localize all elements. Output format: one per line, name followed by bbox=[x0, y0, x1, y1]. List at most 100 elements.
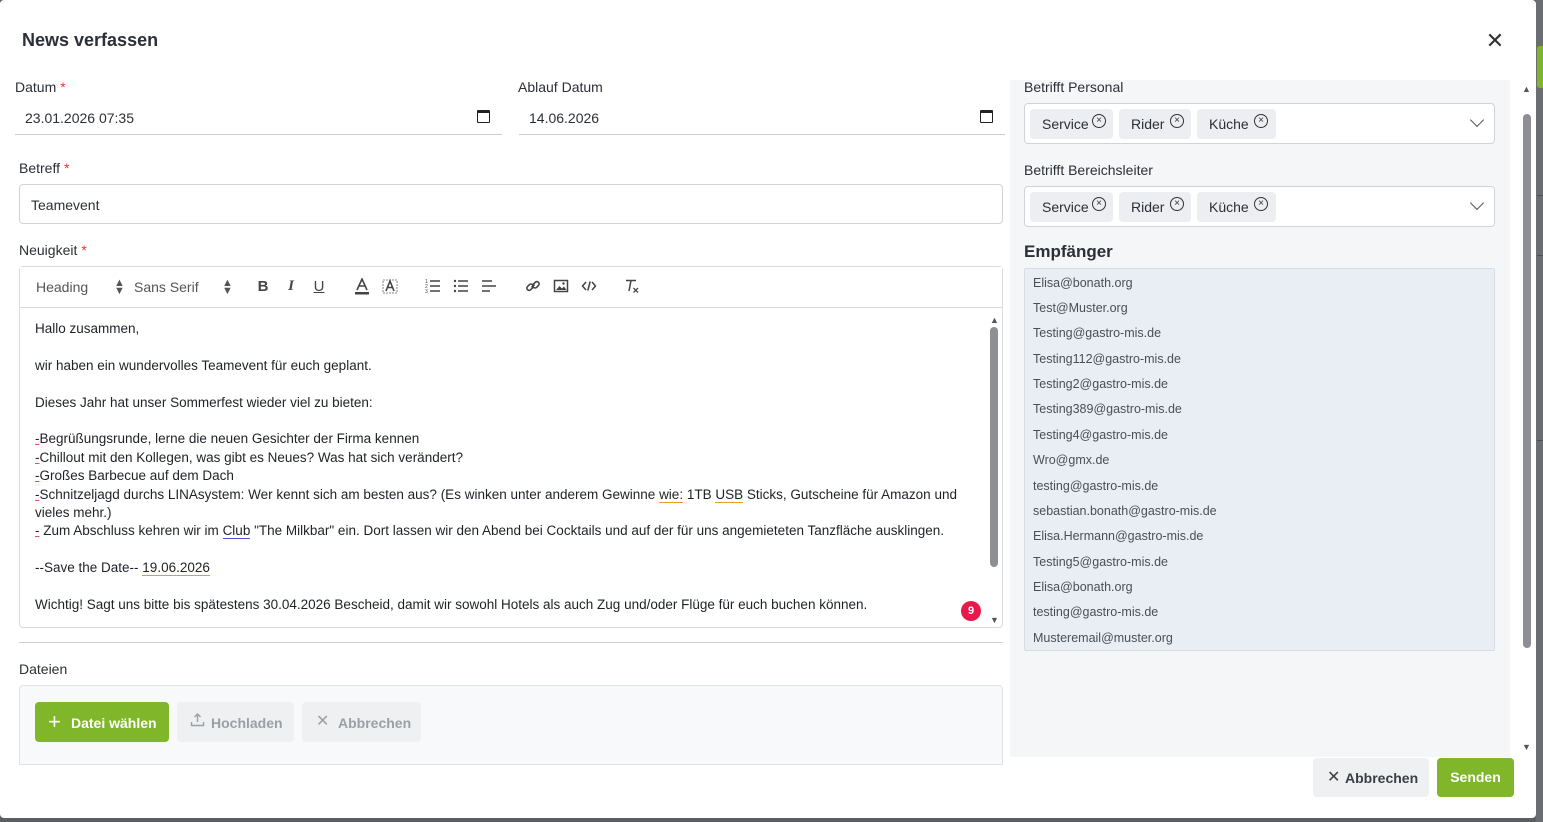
upload-button[interactable]: Hochladen bbox=[177, 702, 294, 742]
neuigkeit-label: Neuigkeit * bbox=[19, 242, 87, 258]
heading-select[interactable]: Heading ▲ ▼ bbox=[36, 278, 125, 297]
bold-button[interactable]: B bbox=[253, 278, 273, 295]
editor-bullet: -Schnitzeljagd durchs LINAsystem: Wer ke… bbox=[35, 486, 957, 521]
remove-chip-icon[interactable]: × bbox=[1254, 197, 1268, 211]
list-item: testing@gastro-mis.de bbox=[1033, 605, 1159, 619]
required-mark: * bbox=[64, 160, 70, 176]
editor-toolbar: Heading ▲ ▼ Sans Serif ▲ ▼ B I U 123 bbox=[20, 267, 1002, 308]
ablauf-value: 14.06.2026 bbox=[529, 110, 600, 126]
align-icon[interactable] bbox=[479, 278, 499, 298]
section-divider bbox=[19, 642, 1003, 643]
chip-kueche[interactable]: Küche × bbox=[1197, 192, 1276, 222]
scroll-down-icon[interactable]: ▼ bbox=[990, 615, 999, 625]
editor-greeting: Hallo zusammen, bbox=[35, 321, 140, 336]
list-item: sebastian.bonath@gastro-mis.de bbox=[1033, 504, 1217, 518]
editor-scroll-thumb[interactable] bbox=[990, 327, 998, 567]
editor-line: Dieses Jahr hat unser Sommerfest wieder … bbox=[35, 394, 373, 410]
personal-multiselect[interactable]: Service × Rider × Küche × bbox=[1024, 103, 1495, 144]
scroll-up-icon[interactable]: ▲ bbox=[990, 315, 999, 325]
scroll-down-icon[interactable]: ▼ bbox=[1522, 742, 1531, 752]
calendar-icon[interactable] bbox=[477, 110, 490, 123]
list-item: Test@Muster.org bbox=[1033, 301, 1128, 315]
rich-text-editor[interactable]: Heading ▲ ▼ Sans Serif ▲ ▼ B I U 123 Hal… bbox=[19, 266, 1003, 628]
underline-button[interactable]: U bbox=[309, 278, 329, 295]
editor-bullet: -Begrüßungsrunde, lerne die neuen Gesich… bbox=[35, 431, 420, 447]
code-icon[interactable] bbox=[579, 278, 599, 298]
background-green-tab bbox=[1537, 46, 1543, 88]
send-button[interactable]: Senden bbox=[1437, 758, 1514, 797]
background-divider bbox=[1537, 440, 1543, 441]
list-item: Testing112@gastro-mis.de bbox=[1033, 352, 1181, 366]
editor-scrollbar[interactable]: ▲ ▼ bbox=[990, 315, 999, 625]
personal-label: Betrifft Personal bbox=[1024, 79, 1124, 95]
remove-chip-icon[interactable]: × bbox=[1092, 197, 1106, 211]
list-item: Testing2@gastro-mis.de bbox=[1033, 377, 1168, 391]
betreff-label: Betreff * bbox=[19, 160, 70, 176]
remove-chip-icon[interactable]: × bbox=[1170, 114, 1184, 128]
chip-kueche[interactable]: Küche × bbox=[1197, 109, 1276, 139]
list-item: Elisa@bonath.org bbox=[1033, 580, 1133, 594]
list-item: Elisa@bonath.org bbox=[1033, 276, 1133, 290]
datum-value: 23.01.2026 07:35 bbox=[25, 110, 134, 126]
calendar-icon[interactable] bbox=[980, 110, 993, 123]
plus-icon: + bbox=[48, 709, 61, 734]
editor-bullet: -Großes Barbecue auf dem Dach bbox=[35, 468, 234, 484]
choose-file-button[interactable]: + Datei wählen bbox=[35, 702, 169, 742]
font-select[interactable]: Sans Serif ▲ ▼ bbox=[134, 278, 233, 297]
required-mark: * bbox=[81, 242, 87, 258]
required-mark: * bbox=[60, 79, 66, 95]
close-icon[interactable]: ✕ bbox=[1483, 29, 1507, 53]
clear-format-icon[interactable] bbox=[622, 278, 642, 298]
editor-bullet: - Zum Abschluss kehren wir im Club "The … bbox=[35, 523, 945, 540]
remove-chip-icon[interactable]: × bbox=[1170, 197, 1184, 211]
editor-closing: Wichtig! Sagt uns bitte bis spätestens 3… bbox=[35, 597, 868, 613]
dateien-label: Dateien bbox=[19, 661, 68, 677]
background-color-icon[interactable] bbox=[380, 278, 400, 300]
text-color-icon[interactable] bbox=[352, 277, 372, 300]
list-item: Testing4@gastro-mis.de bbox=[1033, 428, 1168, 442]
updown-icon: ▲ ▼ bbox=[222, 277, 233, 297]
close-icon: ✕ bbox=[1327, 769, 1341, 786]
svg-text:3: 3 bbox=[425, 289, 428, 294]
chevron-down-icon[interactable] bbox=[1469, 112, 1485, 128]
empfaenger-title: Empfänger bbox=[1024, 242, 1113, 261]
close-icon: ✕ bbox=[316, 713, 330, 730]
ablauf-input[interactable]: 14.06.2026 bbox=[519, 101, 1005, 135]
chevron-down-icon[interactable] bbox=[1469, 195, 1485, 211]
editor-save-date: --Save the Date-- 19.06.2026 bbox=[35, 560, 210, 577]
background-divider bbox=[1537, 255, 1543, 256]
list-item: Elisa.Hermann@gastro-mis.de bbox=[1033, 529, 1204, 543]
italic-button[interactable]: I bbox=[281, 278, 301, 295]
editor-content[interactable]: Hallo zusammen, wir haben ein wundervoll… bbox=[35, 320, 975, 614]
datum-input[interactable]: 23.01.2026 07:35 bbox=[15, 101, 502, 135]
editor-bullet: -Chillout mit den Kollegen, was gibt es … bbox=[35, 449, 463, 465]
list-item: Testing389@gastro-mis.de bbox=[1033, 402, 1182, 416]
scroll-up-icon[interactable]: ▲ bbox=[1522, 84, 1531, 94]
dialog-scroll-thumb[interactable] bbox=[1523, 114, 1531, 648]
updown-icon: ▲ ▼ bbox=[114, 277, 125, 297]
bullet-list-icon[interactable] bbox=[451, 278, 471, 298]
chip-service[interactable]: Service × bbox=[1030, 192, 1113, 222]
ordered-list-icon[interactable]: 123 bbox=[423, 278, 443, 298]
bereichsleiter-multiselect[interactable]: Service × Rider × Küche × bbox=[1024, 186, 1495, 227]
betreff-value: Teamevent bbox=[31, 197, 100, 213]
chip-service[interactable]: Service × bbox=[1030, 109, 1113, 139]
editor-line: wir haben ein wundervolles Teamevent für… bbox=[35, 357, 372, 373]
background-divider bbox=[1537, 195, 1543, 196]
remove-chip-icon[interactable]: × bbox=[1254, 114, 1268, 128]
list-item: Testing@gastro-mis.de bbox=[1033, 326, 1162, 340]
dialog-title: News verfassen bbox=[22, 30, 159, 50]
ablauf-label: Ablauf Datum bbox=[518, 79, 603, 95]
list-item: Wro@gmx.de bbox=[1033, 453, 1110, 467]
cancel-button[interactable]: ✕ Abbrechen bbox=[1313, 758, 1429, 797]
chip-rider[interactable]: Rider × bbox=[1119, 109, 1191, 139]
link-icon[interactable] bbox=[523, 278, 543, 298]
betreff-input[interactable]: Teamevent bbox=[19, 184, 1003, 224]
chip-rider[interactable]: Rider × bbox=[1119, 192, 1191, 222]
cancel-upload-button[interactable]: ✕ Abbrechen bbox=[302, 702, 421, 742]
remove-chip-icon[interactable]: × bbox=[1092, 114, 1106, 128]
list-item: Testing5@gastro-mis.de bbox=[1033, 555, 1168, 569]
dialog-scrollbar[interactable]: ▲ ▼ bbox=[1522, 84, 1532, 756]
list-item: testing@gastro-mis.de bbox=[1033, 479, 1159, 493]
image-icon[interactable] bbox=[551, 278, 571, 298]
